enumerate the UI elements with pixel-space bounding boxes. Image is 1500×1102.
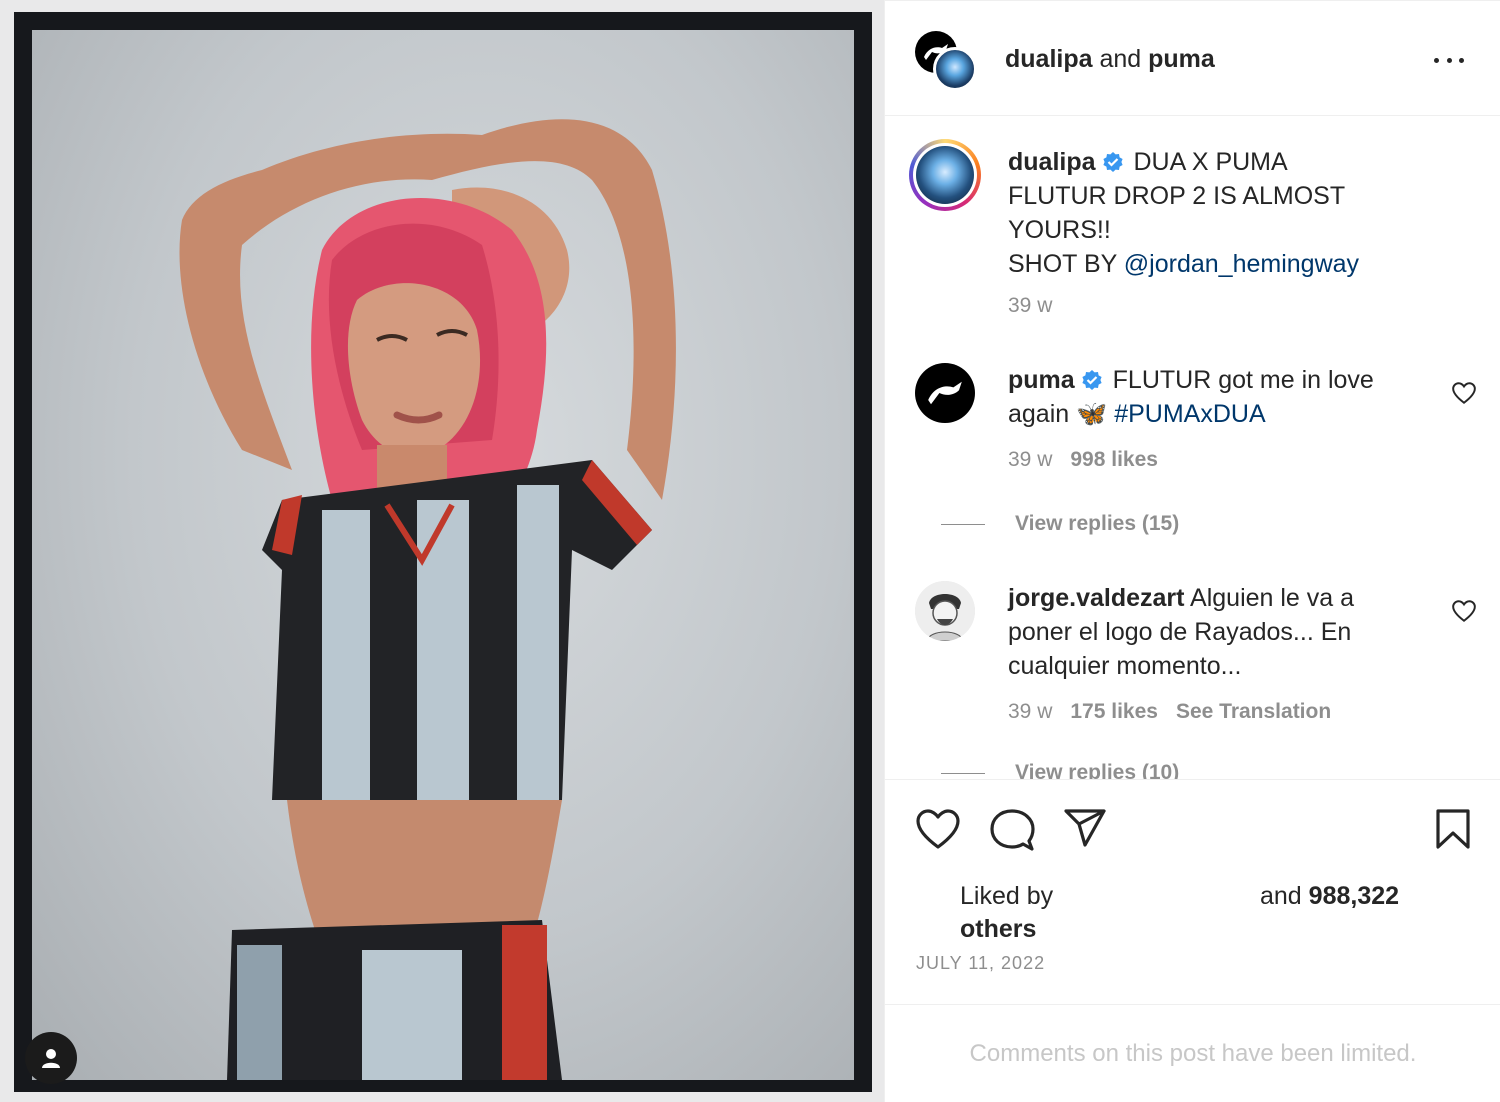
comments-list[interactable]: dualipa DUA X PUMA FLUTUR DROP 2 IS ALMO…	[885, 117, 1500, 779]
comment-likes[interactable]: 998 likes	[1070, 448, 1158, 471]
dualipa-avatar	[916, 146, 974, 204]
comment-text: jorge.valdezart Alguien le va a poner el…	[1008, 581, 1354, 683]
caption-line-4: SHOT BY	[1008, 250, 1124, 278]
comments-limited-notice: Comments on this post have been limited.	[969, 1040, 1417, 1067]
more-dot	[1446, 57, 1452, 63]
comment-likes[interactable]: 175 likes	[1070, 700, 1158, 723]
likes-count[interactable]: 988,322	[1309, 882, 1399, 910]
liked-by-summary: Liked by others	[960, 880, 1053, 946]
like-heart-icon[interactable]	[915, 808, 961, 850]
liked-by-label: Liked by	[960, 882, 1054, 910]
view-replies-button[interactable]: View replies (15)	[941, 512, 1180, 536]
view-replies-label: View replies (10)	[1015, 761, 1180, 779]
more-dot	[1434, 57, 1439, 63]
comment-item: puma FLUTUR got me in love again 🦋 #PUMA…	[885, 357, 1500, 547]
like-comment-heart-icon[interactable]	[1451, 599, 1477, 623]
post-actions-section: Liked by others and 988,322 JULY 11, 202…	[885, 779, 1500, 1005]
mention-link[interactable]: @jordan_hemingway	[1124, 250, 1359, 278]
hashtag-link[interactable]: #PUMAxDUA	[1114, 400, 1265, 428]
puma-avatar[interactable]	[915, 363, 975, 423]
verified-badge-icon	[1082, 370, 1102, 390]
view-replies-label: View replies (15)	[1015, 512, 1180, 535]
likes-others[interactable]: others	[960, 915, 1036, 943]
header-username-puma[interactable]: puma	[1148, 45, 1215, 73]
view-replies-button[interactable]: View replies (10)	[941, 761, 1180, 779]
comment-line-2: again	[1008, 400, 1077, 428]
share-send-icon[interactable]	[1063, 808, 1107, 848]
comment-age: 39 w	[1008, 700, 1053, 723]
more-dot	[1459, 57, 1464, 63]
story-ring-inner	[913, 143, 977, 207]
butterfly-emoji: 🦋	[1076, 400, 1108, 428]
post-header: dualipa and puma	[885, 0, 1500, 116]
more-options-button[interactable]	[1431, 45, 1467, 75]
likes-and: and	[1260, 882, 1302, 910]
comment-line-1: Alguien le va a	[1190, 584, 1355, 612]
like-comment-heart-icon[interactable]	[1451, 381, 1477, 405]
comment-line-3: cualquier momento...	[1008, 652, 1242, 680]
comment-age: 39 w	[1008, 448, 1053, 471]
post-sidebar: dualipa and puma dualipa DUA X PUMA FLUT…	[884, 0, 1500, 1102]
comment-username[interactable]: puma	[1008, 366, 1075, 394]
caption-line-2: FLUTUR DROP 2 IS ALMOST	[1008, 182, 1346, 210]
save-bookmark-icon[interactable]	[1435, 808, 1471, 850]
comment-meta: 39 w 175 likes See Translation	[1008, 700, 1331, 724]
collab-avatars[interactable]	[915, 31, 977, 93]
user-icon	[42, 1049, 60, 1068]
see-translation-link[interactable]: See Translation	[1176, 700, 1331, 723]
photo-illustration	[179, 119, 676, 1080]
comment-bubble-icon[interactable]	[989, 808, 1035, 852]
puma-logo-icon	[928, 381, 962, 405]
header-conjunction: and	[1099, 45, 1142, 73]
story-ring[interactable]	[909, 139, 981, 211]
caption-line-1: DUA X PUMA	[1133, 148, 1288, 176]
comment-username[interactable]: jorge.valdezart	[1008, 584, 1184, 612]
likes-count-text: and 988,322	[1260, 880, 1399, 913]
verified-badge-icon	[1102, 152, 1123, 172]
post-media-panel	[0, 0, 884, 1102]
caption-age: 39 w	[1008, 294, 1053, 317]
comment-item: jorge.valdezart Alguien le va a poner el…	[885, 575, 1500, 779]
jorge-avatar[interactable]	[915, 581, 975, 641]
comment-line-2: poner el logo de Rayados... En	[1008, 618, 1352, 646]
film-border	[14, 12, 872, 1092]
sketch-portrait-icon	[915, 581, 975, 641]
caption: dualipa DUA X PUMA FLUTUR DROP 2 IS ALMO…	[885, 117, 1500, 327]
caption-text: dualipa DUA X PUMA FLUTUR DROP 2 IS ALMO…	[1008, 145, 1359, 281]
post-photo[interactable]	[32, 30, 854, 1080]
comment-line-1: FLUTUR got me in love	[1112, 366, 1374, 394]
replies-divider	[941, 773, 985, 774]
post-date: JULY 11, 2022	[916, 953, 1046, 973]
replies-divider	[941, 524, 985, 525]
post-header-title: dualipa and puma	[1005, 41, 1215, 77]
caption-username[interactable]: dualipa	[1008, 148, 1096, 176]
header-username-dualipa[interactable]: dualipa	[1005, 45, 1093, 73]
tagged-users-button[interactable]	[25, 1032, 77, 1084]
comment-meta: 39 w 998 likes	[1008, 448, 1158, 472]
dualipa-avatar	[933, 47, 977, 91]
comment-text: puma FLUTUR got me in love again 🦋 #PUMA…	[1008, 363, 1374, 431]
caption-line-3: YOURS!!	[1008, 216, 1111, 244]
